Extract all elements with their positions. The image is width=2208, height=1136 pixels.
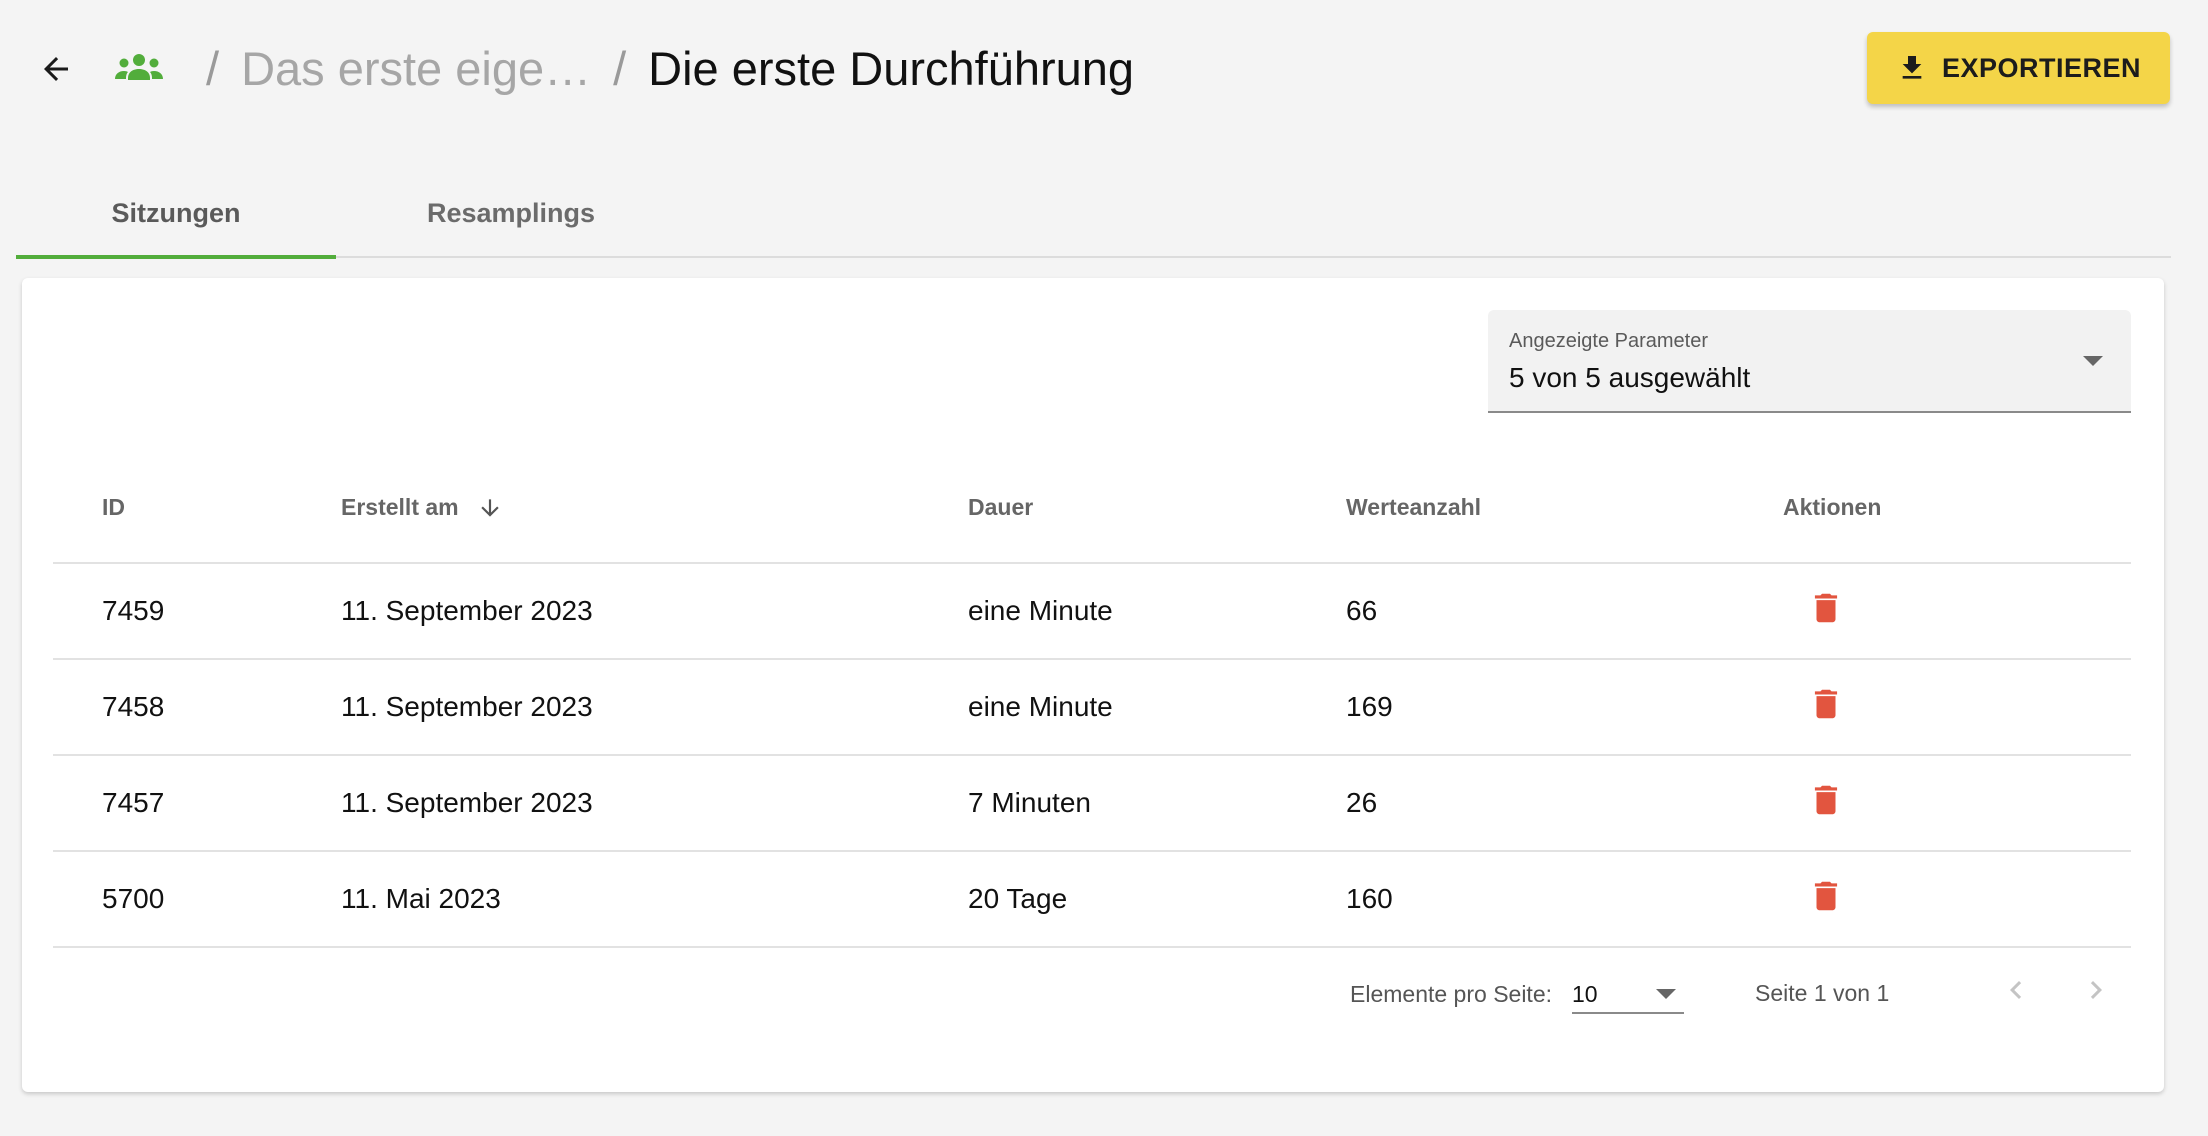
group-icon[interactable] (112, 51, 166, 85)
previous-page-button[interactable] (1996, 970, 2036, 1010)
delete-button[interactable] (1807, 875, 1845, 917)
tab-bar: Sitzungen Resamplings (16, 170, 2171, 259)
cell-actions (1783, 563, 2131, 660)
parameter-select-label: Angezeigte Parameter (1509, 330, 1709, 352)
page-info: Seite 1 von 1 (1755, 980, 1890, 1006)
table-row[interactable]: 7457 11. September 2023 7 Minuten 26 (53, 755, 2131, 852)
pagination: Elemente pro Seite: 10 Seite 1 von 1 (22, 958, 2164, 1022)
items-per-page-value: 10 (1572, 981, 1598, 1007)
arrow-down-icon (481, 499, 499, 518)
cell-created: 11. September 2023 (341, 659, 968, 756)
cell-count: 26 (1346, 755, 1783, 852)
cell-id: 7458 (53, 659, 341, 756)
chevron-right-icon (2090, 981, 2102, 999)
back-button[interactable] (30, 43, 82, 95)
cell-actions (1783, 851, 2131, 948)
tab-resamplings[interactable]: Resamplings (351, 170, 671, 256)
export-button[interactable]: EXPORTIEREN (1867, 32, 2170, 104)
delete-button[interactable] (1807, 683, 1845, 725)
parameter-select-value: 5 von 5 ausgewählt (1509, 362, 1751, 393)
cell-id: 5700 (53, 851, 341, 948)
column-header-created-label: Erstellt am (341, 493, 459, 520)
parameter-select[interactable]: Angezeigte Parameter 5 von 5 ausgewählt (1488, 310, 2131, 413)
trash-icon (1814, 689, 1838, 718)
cell-id: 7457 (53, 755, 341, 852)
dropdown-arrow-icon (1656, 989, 1676, 999)
cell-actions (1783, 755, 2131, 852)
arrow-left-icon (44, 57, 68, 81)
cell-duration: eine Minute (968, 563, 1346, 660)
cell-count: 66 (1346, 563, 1783, 660)
trash-icon (1814, 785, 1838, 814)
page-header: / Das erste eige… / Die erste Durchführu… (0, 0, 2208, 135)
column-header-count[interactable]: Werteanzahl (1346, 453, 1783, 564)
cell-created: 11. September 2023 (341, 563, 968, 660)
next-page-button[interactable] (2076, 970, 2116, 1010)
column-header-created[interactable]: Erstellt am (341, 453, 968, 564)
table-header-row: ID Erstellt am Dauer Werteanzahl Aktione… (53, 453, 2131, 564)
chevron-left-icon (2010, 981, 2022, 999)
cell-id: 7459 (53, 563, 341, 660)
cell-count: 160 (1346, 851, 1783, 948)
tab-sitzungen[interactable]: Sitzungen (16, 170, 336, 259)
delete-button[interactable] (1807, 587, 1845, 629)
sessions-card: Angezeigte Parameter 5 von 5 ausgewählt … (22, 278, 2164, 1092)
cell-created: 11. September 2023 (341, 755, 968, 852)
dropdown-arrow-icon (2083, 356, 2103, 366)
trash-icon (1814, 881, 1838, 910)
items-per-page-select[interactable]: 10 (1572, 968, 1684, 1014)
column-header-duration[interactable]: Dauer (968, 453, 1346, 564)
download-icon (1902, 56, 1922, 79)
column-header-actions: Aktionen (1783, 453, 2131, 564)
cell-duration: eine Minute (968, 659, 1346, 756)
export-label: EXPORTIEREN (1941, 52, 2142, 83)
items-per-page-label: Elemente pro Seite: (1350, 981, 1553, 1007)
cell-count: 169 (1346, 659, 1783, 756)
cell-actions (1783, 659, 2131, 756)
delete-button[interactable] (1807, 779, 1845, 821)
breadcrumb: / Das erste eige… / Die erste Durchführu… (112, 36, 1134, 100)
table-row[interactable]: 5700 11. Mai 2023 20 Tage 160 (53, 851, 2131, 948)
cell-created: 11. Mai 2023 (341, 851, 968, 948)
table-row[interactable]: 7459 11. September 2023 eine Minute 66 (53, 563, 2131, 660)
sessions-table: ID Erstellt am Dauer Werteanzahl Aktione… (53, 453, 2131, 948)
column-header-id[interactable]: ID (53, 453, 341, 564)
cell-duration: 20 Tage (968, 851, 1346, 948)
table-row[interactable]: 7458 11. September 2023 eine Minute 169 (53, 659, 2131, 756)
breadcrumb-parent-link[interactable]: Das erste eige… (241, 41, 591, 96)
trash-icon (1814, 593, 1838, 622)
breadcrumb-separator: / (613, 41, 627, 95)
cell-duration: 7 Minuten (968, 755, 1346, 852)
breadcrumb-separator: / (206, 41, 220, 95)
page-title: Die erste Durchführung (648, 41, 1135, 95)
